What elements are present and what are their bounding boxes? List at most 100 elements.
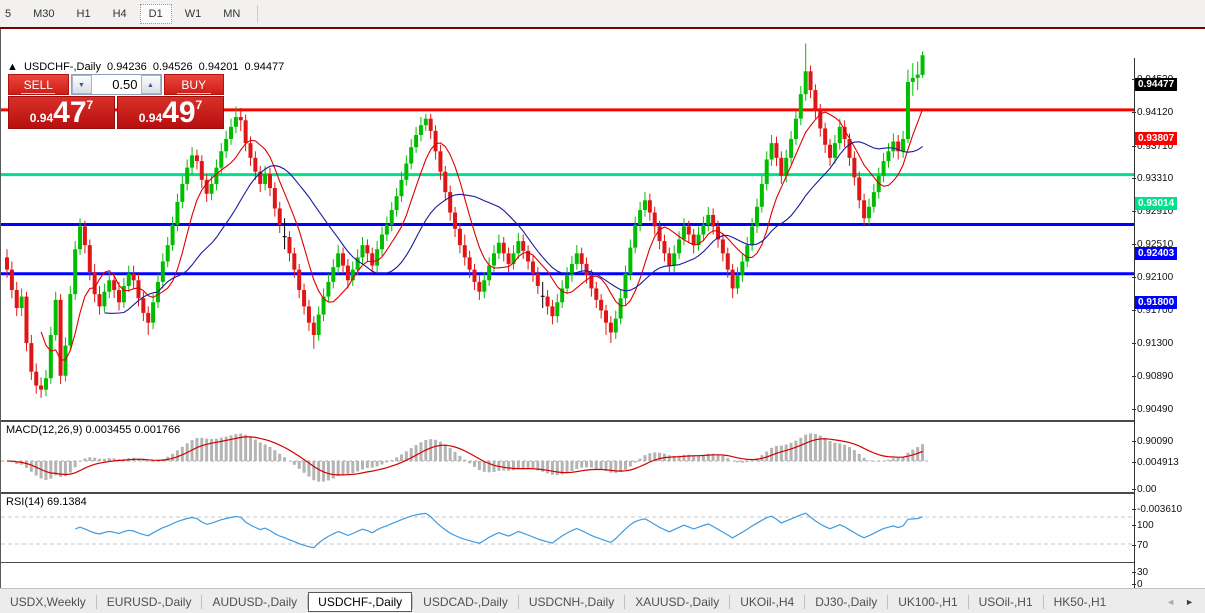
timeframe-button-h4[interactable]: H4 <box>104 4 136 24</box>
candle-body <box>141 298 145 313</box>
candle-body <box>886 151 890 161</box>
candle-body <box>83 226 87 245</box>
chart-tab-usdchf-daily[interactable]: USDCHF-,Daily <box>308 592 412 612</box>
candle-body <box>692 235 696 246</box>
candle-body <box>721 239 725 253</box>
sell-button[interactable]: SELL <box>8 74 69 95</box>
candle-body <box>390 210 394 225</box>
candle-body <box>15 290 19 308</box>
chart-tab-usoil-h1[interactable]: USOil-,H1 <box>969 593 1043 611</box>
tab-scroll-right-button[interactable]: ► <box>1180 595 1199 609</box>
candle-body <box>399 180 403 196</box>
timeframe-button-h1[interactable]: H1 <box>68 4 100 24</box>
candle-body <box>297 270 301 290</box>
buy-price-big: 49 <box>162 99 195 127</box>
candle-body <box>502 243 506 254</box>
candle-body <box>229 127 233 139</box>
candle-body <box>438 151 442 171</box>
volume-stepper: ▼ ▲ <box>71 74 162 95</box>
candle-body <box>49 335 53 378</box>
volume-input[interactable] <box>92 75 141 94</box>
chart-tab-uk100-h1[interactable]: UK100-,H1 <box>888 593 967 611</box>
level-price-badge: 0.92403 <box>1135 247 1177 260</box>
rsi-tick-label: 70 <box>1137 540 1148 552</box>
candle-body <box>921 55 925 75</box>
candle-body <box>911 78 915 82</box>
buy-price-box[interactable]: 0.94 49 7 <box>117 96 224 129</box>
collapse-triangle-icon[interactable]: ▲ <box>7 61 18 73</box>
price-tick-label: 0.90090 <box>1137 436 1173 448</box>
ohlc-high: 0.94526 <box>153 61 193 73</box>
rsi-canvas[interactable] <box>1 494 1134 562</box>
toolbar-separator <box>257 5 258 23</box>
candle-body <box>424 119 428 126</box>
timeframe-button-m30[interactable]: M30 <box>24 4 63 24</box>
volume-decrease-button[interactable]: ▼ <box>72 75 92 94</box>
candle-body <box>331 267 335 282</box>
candle-body <box>385 225 389 235</box>
candle-body <box>838 127 842 143</box>
candle-body <box>151 302 155 322</box>
price-axis[interactable]: 0.945300.941200.937100.933100.929100.925… <box>1134 58 1205 591</box>
candle-body <box>73 249 77 294</box>
rsi-line <box>75 513 922 548</box>
rsi-tick-label: 30 <box>1137 567 1148 579</box>
candle-body <box>136 280 140 298</box>
candle-body <box>662 241 666 253</box>
candle-body <box>750 226 754 245</box>
candle-body <box>107 280 111 291</box>
candle-body <box>804 71 808 94</box>
chart-tab-usdx-weekly[interactable]: USDX,Weekly <box>0 593 96 611</box>
level-price-badge: 0.91800 <box>1135 296 1177 309</box>
chart-tab-usdcnh-daily[interactable]: USDCNH-,Daily <box>519 593 624 611</box>
candle-body <box>623 274 627 298</box>
tab-scroll-left-button[interactable]: ◄ <box>1161 595 1180 609</box>
pane-separator <box>1 562 1205 563</box>
chart-tab-usdcad-daily[interactable]: USDCAD-,Daily <box>413 593 518 611</box>
candle-body <box>200 161 204 180</box>
chart-tab-ukoil-h4[interactable]: UKOil-,H4 <box>730 593 804 611</box>
timeframe-button-w1[interactable]: W1 <box>176 4 211 24</box>
chart-tab-eurusd-daily[interactable]: EURUSD-,Daily <box>97 593 202 611</box>
chart-tab-audusd-daily[interactable]: AUDUSD-,Daily <box>202 593 307 611</box>
candle-body <box>760 184 764 207</box>
rsi-label: RSI(14) 69.1384 <box>6 496 87 508</box>
timeframe-button-d1[interactable]: D1 <box>140 4 172 24</box>
candle-body <box>166 245 170 261</box>
timeframe-button-mn[interactable]: MN <box>214 4 249 24</box>
chart-window[interactable]: ▲ USDCHF-,Daily 0.94236 0.94526 0.94201 … <box>0 29 1205 588</box>
chart-tab-dj30-daily[interactable]: DJ30-,Daily <box>805 593 887 611</box>
candle-body <box>521 241 525 251</box>
candle-body <box>726 253 730 269</box>
candle-body <box>375 249 379 265</box>
candle-body <box>112 280 116 290</box>
candle-body <box>585 264 589 275</box>
candle-body <box>891 142 895 152</box>
candle-body <box>536 274 540 286</box>
candle-body <box>132 274 136 281</box>
candle-body <box>88 245 92 272</box>
chart-tab-xauusd-daily[interactable]: XAUUSD-,Daily <box>625 593 729 611</box>
sell-price-box[interactable]: 0.94 47 7 <box>8 96 115 129</box>
candle-body <box>906 82 910 139</box>
timeframe-button-5[interactable]: 5 <box>0 4 20 24</box>
candle-body <box>531 261 535 273</box>
candle-body <box>224 139 228 151</box>
candle-body <box>244 120 248 143</box>
candle-body <box>633 225 637 248</box>
macd-pane[interactable]: MACD(12,26,9) 0.003455 0.001766 <box>1 422 1134 492</box>
candle-body <box>468 257 472 269</box>
volume-increase-button[interactable]: ▲ <box>141 75 161 94</box>
candle-body <box>195 155 199 161</box>
buy-button[interactable]: BUY <box>164 74 225 95</box>
candle-body <box>234 117 238 127</box>
candle-body <box>482 280 486 291</box>
macd-tick-label: 0.004913 <box>1137 457 1179 469</box>
rsi-pane[interactable]: RSI(14) 69.1384 <box>1 494 1134 562</box>
candle-body <box>146 313 150 323</box>
candle-body <box>185 168 189 184</box>
candle-body <box>68 294 72 345</box>
sell-price-sup: 7 <box>87 98 94 112</box>
chart-tab-hk50-h1[interactable]: HK50-,H1 <box>1044 593 1117 611</box>
candle-body <box>404 164 408 180</box>
